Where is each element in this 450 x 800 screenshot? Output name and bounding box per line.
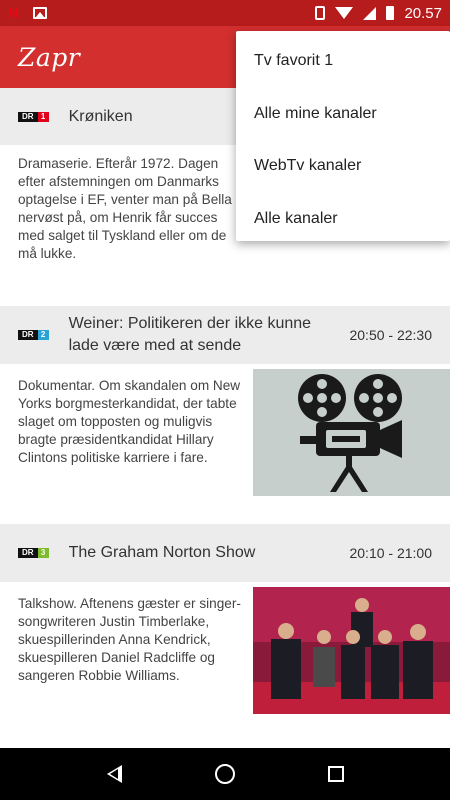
channel-logo: DR 2 [18, 330, 49, 340]
overflow-menu: Tv favorit 1 Alle mine kanaler WebTv kan… [236, 31, 450, 241]
recents-icon[interactable] [327, 766, 344, 782]
channel-logo: DR 3 [18, 548, 49, 558]
program-body: Talkshow. Aftenens gæster er singer-song… [0, 582, 450, 750]
navigation-bar [0, 748, 450, 800]
status-clock: 20.57 [404, 4, 442, 22]
back-icon[interactable] [106, 765, 122, 783]
vibrate-icon [315, 6, 326, 20]
menu-item-alle-mine-kanaler[interactable]: Alle mine kanaler [236, 88, 450, 141]
menu-item-alle-kanaler[interactable]: Alle kanaler [236, 193, 450, 246]
status-bar: N 20.57 [0, 0, 450, 26]
signal-icon [363, 6, 377, 20]
home-icon[interactable] [214, 764, 235, 784]
program-description: Dokumentar. Om skandalen om New Yorks bo… [18, 378, 241, 465]
program-header[interactable]: DR 2 Weiner: Politikeren der ikke kunne l… [0, 306, 450, 364]
menu-item-webtv-kanaler[interactable]: WebTv kanaler [236, 140, 450, 193]
wifi-icon [335, 7, 354, 19]
netflix-icon: N [8, 4, 19, 22]
menu-item-tv-favorit-1[interactable]: Tv favorit 1 [236, 35, 450, 88]
channel-logo: DR 1 [18, 111, 49, 122]
program-body: Dokumentar. Om skandalen om New Yorks bo… [0, 364, 450, 524]
program-thumbnail[interactable] [253, 587, 450, 714]
program-description: Talkshow. Aftenens gæster er singer-song… [18, 596, 241, 683]
battery-icon [386, 6, 395, 20]
program-card[interactable]: DR 3 The Graham Norton Show 20:10 - 21:00… [0, 524, 450, 750]
gallery-icon [32, 7, 47, 19]
program-description: Dramaserie. Efterår 1972. Dagen efter af… [18, 156, 232, 261]
program-time: 20:10 - 21:00 [349, 545, 432, 561]
program-time: 20:50 - 22:30 [349, 327, 432, 343]
program-thumbnail[interactable] [253, 369, 450, 496]
program-header[interactable]: DR 3 The Graham Norton Show 20:10 - 21:00 [0, 524, 450, 582]
program-title: Weiner: Politikeren der ikke kunne lade … [68, 315, 312, 354]
program-card[interactable]: DR 2 Weiner: Politikeren der ikke kunne l… [0, 306, 450, 524]
program-title: The Graham Norton Show [68, 544, 256, 561]
app-title: Zapr [18, 42, 81, 72]
film-projector-icon [297, 374, 402, 492]
